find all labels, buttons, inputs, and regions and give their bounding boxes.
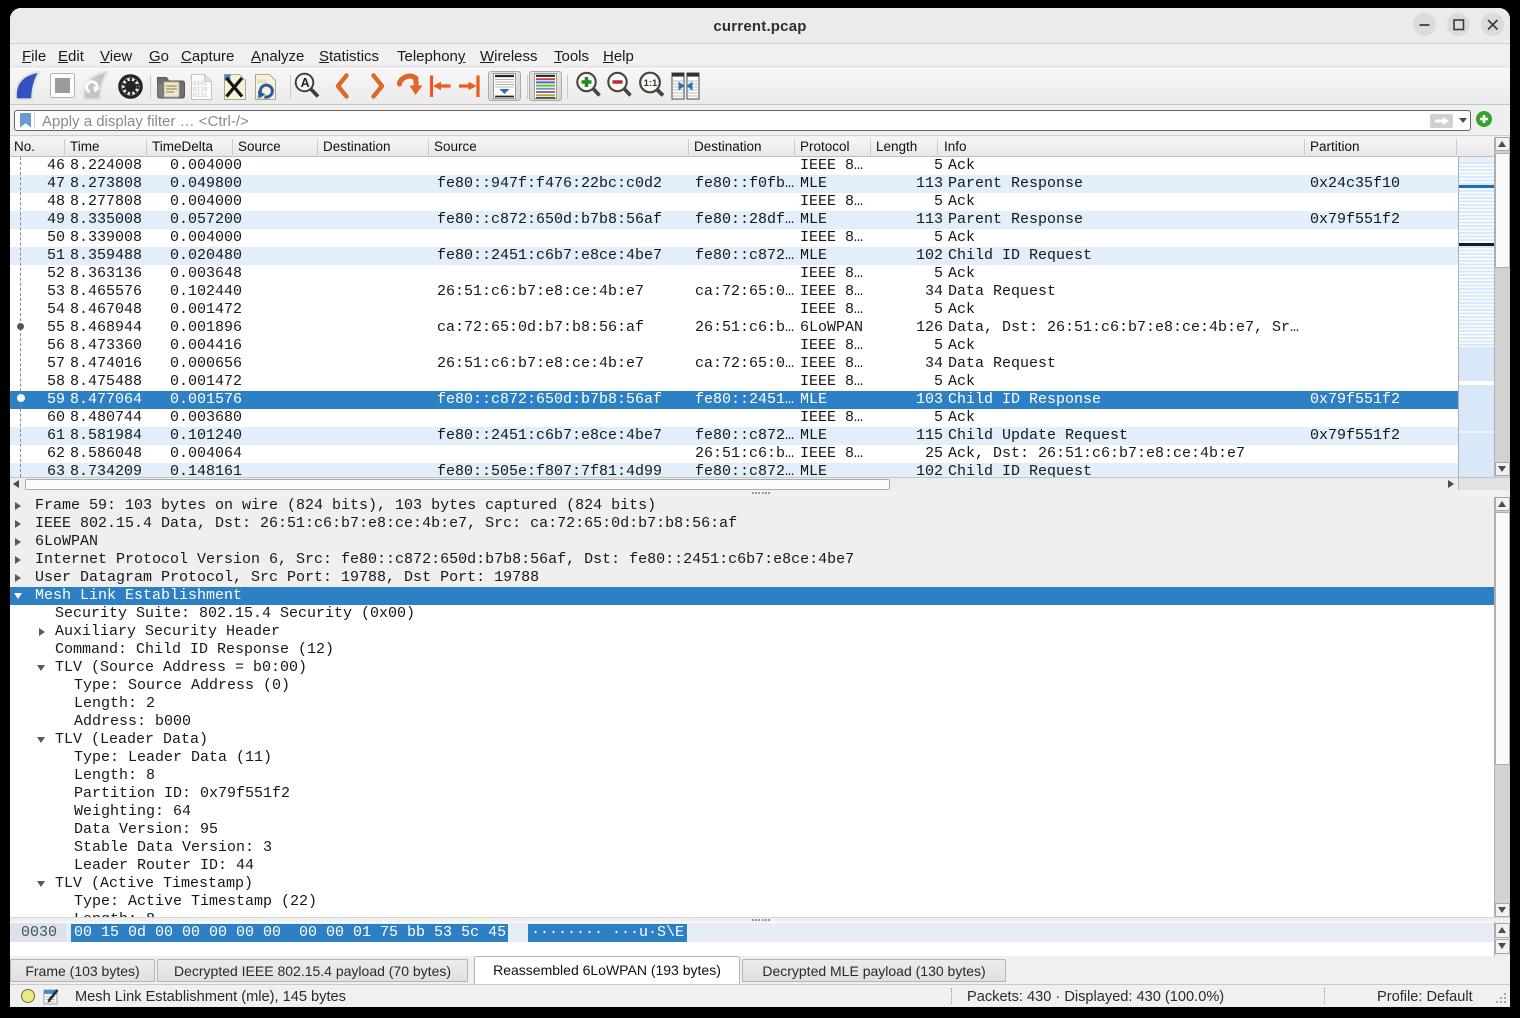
svg-text:1:1: 1:1: [644, 78, 658, 89]
svg-text:A: A: [301, 76, 310, 90]
svg-text:0111: 0111: [193, 92, 208, 99]
